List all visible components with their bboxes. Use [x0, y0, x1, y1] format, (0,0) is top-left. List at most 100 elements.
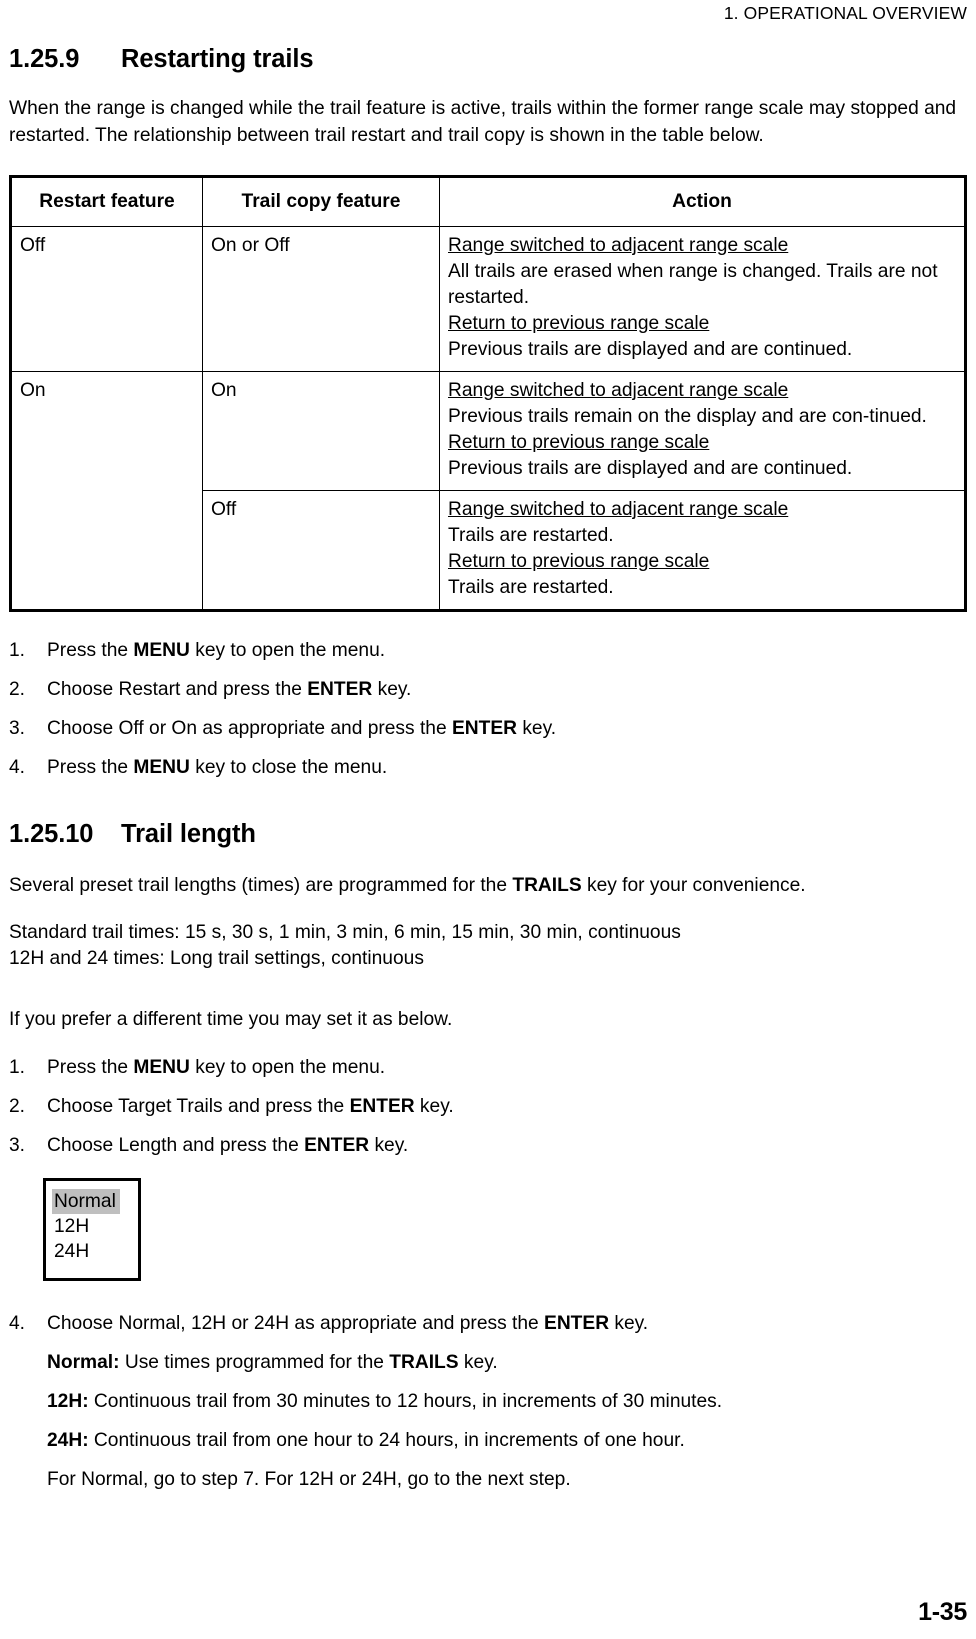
- prefer-different-time-line: If you prefer a different time you may s…: [9, 1008, 453, 1030]
- list-item: 4. Press the MENU key to close the menu.: [9, 755, 967, 781]
- cell-restart-feature: Off: [10, 226, 203, 372]
- action-subheading: Return to previous range scale: [448, 432, 710, 453]
- step-text-post: key.: [414, 1096, 454, 1117]
- section-title: Restarting trails: [121, 45, 314, 73]
- key-name-enter: ENTER: [304, 1135, 370, 1156]
- step-subline-goto: For Normal, go to step 7. For 12H or 24H…: [47, 1467, 967, 1493]
- intro-text-pre: Several preset trail lengths (times) are…: [9, 875, 513, 896]
- action-text: Previous trails remain on the display an…: [448, 406, 927, 427]
- section-1-intro-paragraph: When the range is changed while the trai…: [9, 98, 957, 146]
- step-text-post: key to open the menu.: [189, 640, 386, 661]
- list-item: 3. Choose Off or On as appropriate and p…: [9, 716, 967, 742]
- cell-restart-feature: On: [10, 371, 203, 611]
- step-text: Choose Off or On as appropriate and pres…: [47, 716, 967, 742]
- step-text: Press the MENU key to close the menu.: [47, 755, 967, 781]
- action-text: Trails are restarted.: [448, 577, 614, 598]
- menu-option-12h[interactable]: 12H: [52, 1214, 138, 1239]
- key-name-menu: MENU: [133, 1057, 190, 1078]
- step-text-post: key.: [372, 679, 412, 700]
- document-page: 1. OPERATIONAL OVERVIEW 1.25.9 Restartin…: [0, 0, 976, 1639]
- section-heading-1-25-9: 1.25.9 Restarting trails: [9, 44, 967, 74]
- key-name-menu: MENU: [133, 757, 190, 778]
- cell-action: Range switched to adjacent range scale P…: [439, 371, 966, 491]
- column-header-trail-copy-feature: Trail copy feature: [202, 176, 440, 227]
- table-header: Restart feature Trail copy feature Actio…: [10, 176, 966, 227]
- cell-action: Range switched to adjacent range scale T…: [439, 490, 966, 611]
- option-label-24h: 24H:: [47, 1430, 89, 1451]
- step-text-pre: Press the: [47, 1057, 134, 1078]
- menu-option-normal-selected[interactable]: Normal: [52, 1189, 120, 1214]
- goto-step-text: For Normal, go to step 7. For 12H or 24H…: [47, 1469, 571, 1490]
- step-text-pre: Press the: [47, 757, 134, 778]
- step-text-post: key.: [516, 718, 557, 739]
- step-marker: 4.: [9, 757, 26, 778]
- list-item: 4. Choose Normal, 12H or 24H as appropri…: [9, 1311, 967, 1493]
- cell-trail-copy-feature: Off: [202, 490, 440, 611]
- option-desc-24h: Continuous trail from one hour to 24 hou…: [88, 1430, 685, 1451]
- list-item: 3. Choose Length and press the ENTER key…: [9, 1133, 967, 1159]
- menu-option-24h[interactable]: 24H: [52, 1239, 138, 1264]
- standard-trail-times-line: Standard trail times: 15 s, 30 s, 1 min,…: [9, 921, 681, 943]
- section-number: 1.25.9: [9, 45, 80, 73]
- step-text-post: key to open the menu.: [189, 1057, 386, 1078]
- action-text: All trails are erased when range is chan…: [448, 261, 938, 308]
- list-item: 2. Choose Restart and press the ENTER ke…: [9, 677, 967, 703]
- section-2-intro-paragraph: Several preset trail lengths (times) are…: [9, 873, 967, 900]
- step-marker: 2.: [9, 1096, 26, 1117]
- step-marker: 3.: [9, 1135, 26, 1156]
- step-text-pre: Choose Restart and press the: [47, 679, 308, 700]
- table-row: Off On or Off Range switched to adjacent…: [10, 226, 966, 372]
- cell-trail-copy-feature: On or Off: [202, 226, 440, 372]
- table-body: Off On or Off Range switched to adjacent…: [10, 226, 966, 611]
- step-subline-12h: 12H: Continuous trail from 30 minutes to…: [47, 1389, 967, 1415]
- key-name-enter: ENTER: [544, 1313, 610, 1334]
- key-name-menu: MENU: [133, 640, 190, 661]
- step-text-pre: Press the: [47, 640, 134, 661]
- procedure-step-4-trail-length: 4. Choose Normal, 12H or 24H as appropri…: [9, 1311, 967, 1493]
- step-text-pre: Choose Off or On as appropriate and pres…: [47, 718, 452, 739]
- step-text: Press the MENU key to open the menu.: [47, 1055, 967, 1081]
- list-item: 1. Press the MENU key to open the menu.: [9, 638, 967, 664]
- table-row: On On Range switched to adjacent range s…: [10, 371, 966, 611]
- trail-length-menu-illustration: Normal 12H 24H: [43, 1178, 141, 1281]
- key-name-trails: TRAILS: [389, 1352, 459, 1373]
- procedure-steps-trail-length: 1. Press the MENU key to open the menu. …: [9, 1055, 967, 1159]
- running-header: 1. OPERATIONAL OVERVIEW: [723, 3, 967, 23]
- step-marker: 2.: [9, 679, 26, 700]
- step-text: Choose Target Trails and press the ENTER…: [47, 1094, 967, 1120]
- action-subheading: Range switched to adjacent range scale: [448, 235, 789, 256]
- page-number: 1-35: [918, 1598, 967, 1626]
- restart-trail-copy-table: Restart feature Trail copy feature Actio…: [9, 175, 967, 612]
- step-text: Press the MENU key to open the menu.: [47, 638, 967, 664]
- key-name-enter: ENTER: [349, 1096, 415, 1117]
- section-number: 1.25.10: [9, 820, 94, 848]
- step-text-post: key to close the menu.: [189, 757, 388, 778]
- option-desc-post: key.: [458, 1352, 498, 1373]
- cell-action: Range switched to adjacent range scale A…: [439, 226, 966, 372]
- action-text: Trails are restarted.: [448, 525, 614, 546]
- action-subheading: Return to previous range scale: [448, 313, 710, 334]
- section-title: Trail length: [121, 820, 256, 848]
- step-text-post: key.: [369, 1135, 409, 1156]
- step-text: Choose Normal, 12H or 24H as appropriate…: [47, 1311, 967, 1493]
- key-name-enter: ENTER: [307, 679, 373, 700]
- column-header-action: Action: [439, 176, 966, 227]
- list-item: 1. Press the MENU key to open the menu.: [9, 1055, 967, 1081]
- column-header-restart-feature: Restart feature: [10, 176, 203, 227]
- option-desc-12h: Continuous trail from 30 minutes to 12 h…: [88, 1391, 723, 1412]
- step-marker: 3.: [9, 718, 26, 739]
- action-subheading: Return to previous range scale: [448, 551, 710, 572]
- action-text: Previous trails are displayed and are co…: [448, 339, 853, 360]
- option-desc-pre: Use times programmed for the: [119, 1352, 390, 1373]
- step-marker: 1.: [9, 640, 26, 661]
- page-content: 1.25.9 Restarting trails When the range …: [9, 44, 967, 1493]
- action-subheading: Range switched to adjacent range scale: [448, 380, 789, 401]
- step-text-pre: Choose Length and press the: [47, 1135, 305, 1156]
- long-trail-times-line: 12H and 24 times: Long trail settings, c…: [9, 948, 424, 969]
- key-name-trails: TRAILS: [512, 875, 582, 896]
- step-subline-24h: 24H: Continuous trail from one hour to 2…: [47, 1428, 967, 1454]
- step-text: Choose Restart and press the ENTER key.: [47, 677, 967, 703]
- step-text-post: key.: [609, 1313, 649, 1334]
- step-marker: 4.: [9, 1313, 26, 1334]
- intro-text-post: key for your convenience.: [581, 875, 806, 896]
